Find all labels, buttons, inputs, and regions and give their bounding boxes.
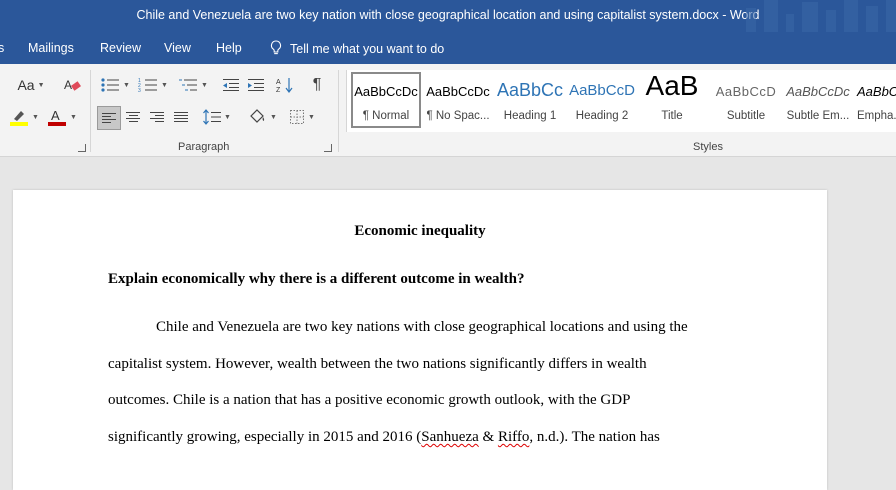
styles-gallery: AaBbCcDc ¶ Normal AaBbCcDc ¶ No Spac... … bbox=[346, 70, 896, 132]
paragraph-line: Chile and Venezuela are two key nations … bbox=[156, 319, 688, 335]
tab-help[interactable]: Help bbox=[216, 41, 242, 55]
line-spacing-icon bbox=[203, 109, 222, 125]
clear-formatting-button[interactable]: A bbox=[60, 74, 84, 96]
tab-mailings[interactable]: Mailings bbox=[28, 41, 74, 55]
align-center-button[interactable] bbox=[122, 106, 144, 128]
multilevel-list-icon bbox=[179, 79, 198, 91]
style-emphasis[interactable]: AaBbCcDc Empha... bbox=[853, 72, 896, 128]
show-formatting-button[interactable]: ¶ bbox=[306, 74, 328, 96]
clear-formatting-icon: A bbox=[64, 78, 81, 92]
align-left-icon bbox=[102, 111, 116, 125]
sort-icon: AZ bbox=[276, 78, 293, 93]
style-title[interactable]: AaB Title bbox=[637, 70, 707, 128]
justify-button[interactable] bbox=[170, 106, 192, 128]
align-right-icon bbox=[150, 110, 164, 124]
decrease-indent-icon bbox=[223, 79, 239, 91]
bullets-button[interactable]: ▼ bbox=[98, 74, 132, 96]
ribbon: Aa ▼ A ▼ A ▼ ▼ 1 2 3 ▼ ▼ AZ ¶ ▼ ▼ ▼ Para… bbox=[0, 64, 896, 157]
increase-indent-button[interactable] bbox=[245, 74, 267, 96]
tab-review[interactable]: Review bbox=[100, 41, 141, 55]
paragraph-line: significantly growing, especially in 201… bbox=[108, 429, 660, 445]
justify-icon bbox=[174, 110, 188, 124]
paragraph-line: capitalist system. However, wealth betwe… bbox=[108, 356, 647, 372]
document-title: Economic inequality bbox=[354, 223, 486, 239]
font-color-button[interactable]: A ▼ bbox=[44, 106, 80, 128]
font-dialog-launcher[interactable] bbox=[78, 144, 86, 152]
pilcrow-icon: ¶ bbox=[312, 76, 322, 93]
style-heading-1[interactable]: AaBbCc Heading 1 bbox=[495, 72, 565, 128]
change-case-button[interactable]: Aa ▼ bbox=[14, 74, 48, 96]
borders-icon bbox=[290, 110, 305, 124]
svg-text:3: 3 bbox=[138, 88, 141, 93]
numbering-button[interactable]: 1 2 3 ▼ bbox=[136, 74, 170, 96]
highlighter-icon bbox=[10, 111, 29, 126]
ribbon-tabs: s Mailings Review View Help Tell me what… bbox=[0, 32, 896, 64]
style-heading-2[interactable]: AaBbCcD Heading 2 bbox=[567, 72, 637, 128]
borders-button[interactable]: ▼ bbox=[284, 106, 320, 128]
title-bar: Chile and Venezuela are two key nation w… bbox=[0, 0, 896, 32]
shading-button[interactable]: ▼ bbox=[244, 106, 280, 128]
paragraph-dialog-launcher[interactable] bbox=[324, 144, 332, 152]
bullets-icon bbox=[101, 78, 120, 92]
document-area: Economic inequality Explain economically… bbox=[0, 157, 896, 490]
increase-indent-icon bbox=[248, 79, 264, 91]
tell-me-text: Tell me what you want to do bbox=[290, 41, 445, 56]
align-right-button[interactable] bbox=[146, 106, 168, 128]
style-subtle-emphasis[interactable]: AaBbCcDc Subtle Em... bbox=[783, 72, 853, 128]
font-color-icon: A bbox=[48, 108, 67, 126]
text-highlight-button[interactable]: ▼ bbox=[6, 106, 42, 128]
spelling-error-word[interactable]: Riffo bbox=[498, 429, 529, 445]
styles-group-label: Styles bbox=[693, 141, 723, 153]
tell-me-box[interactable]: Tell me what you want to do bbox=[270, 40, 444, 59]
paint-bucket-icon bbox=[250, 109, 265, 123]
spelling-error-word[interactable]: Sanhueza bbox=[421, 429, 478, 445]
sort-button[interactable]: AZ bbox=[274, 74, 296, 96]
style-subtitle[interactable]: AaBbCcD Subtitle bbox=[711, 72, 781, 128]
align-left-button[interactable] bbox=[97, 106, 121, 130]
paragraph-line: outcomes. Chile is a nation that has a p… bbox=[108, 392, 631, 408]
style-normal[interactable]: AaBbCcDc ¶ Normal bbox=[351, 72, 421, 128]
style-no-spacing[interactable]: AaBbCcDc ¶ No Spac... bbox=[423, 72, 493, 128]
multilevel-list-button[interactable]: ▼ bbox=[176, 74, 210, 96]
numbering-icon: 123 bbox=[138, 78, 158, 93]
svg-text:A: A bbox=[51, 108, 60, 123]
svg-text:A: A bbox=[276, 79, 281, 86]
line-spacing-button[interactable]: ▼ bbox=[200, 106, 234, 128]
document-page[interactable]: Economic inequality Explain economically… bbox=[13, 190, 827, 490]
svg-text:Z: Z bbox=[276, 87, 281, 93]
question-heading: Explain economically why there is a diff… bbox=[108, 271, 525, 287]
paragraph-group-label: Paragraph bbox=[178, 141, 230, 153]
tab-view[interactable]: View bbox=[164, 41, 191, 55]
separator bbox=[90, 70, 91, 152]
title-bar-decoration bbox=[746, 0, 896, 32]
align-center-icon bbox=[126, 110, 140, 124]
lightbulb-icon bbox=[270, 40, 282, 59]
tab-partial-edge: s bbox=[0, 41, 5, 55]
separator bbox=[338, 70, 339, 152]
decrease-indent-button[interactable] bbox=[220, 74, 242, 96]
svg-text:A: A bbox=[64, 78, 72, 92]
